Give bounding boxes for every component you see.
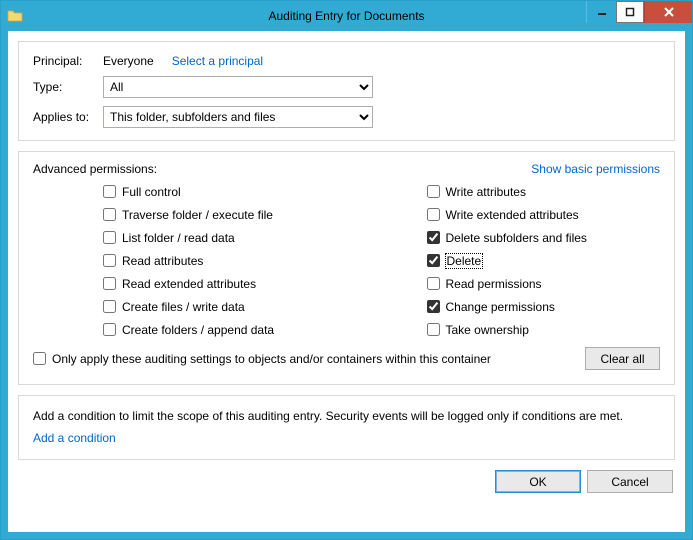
minimize-button[interactable] [586,1,616,23]
permission-label: Full control [122,185,181,199]
permissions-column-right: Write attributes Write extended attribute… [427,182,661,339]
only-apply-row[interactable]: Only apply these auditing settings to ob… [33,349,491,368]
client-area: Principal: Everyone Select a principal T… [1,31,692,539]
titlebar[interactable]: Auditing Entry for Documents [1,1,692,31]
permission-row[interactable]: Delete [427,251,661,270]
permission-checkbox[interactable] [103,185,116,198]
permission-label: Read attributes [122,254,203,268]
permission-label: Read permissions [446,277,542,291]
permission-checkbox[interactable] [103,323,116,336]
add-condition-link[interactable]: Add a condition [33,431,116,445]
permission-label: List folder / read data [122,231,235,245]
permission-checkbox[interactable] [427,231,440,244]
permissions-panel: Advanced permissions: Show basic permiss… [18,151,675,385]
advanced-permissions-heading: Advanced permissions: [33,162,157,176]
window-frame: Auditing Entry for Documents Principal: … [0,0,693,540]
permissions-column-left: Full control Traverse folder / execute fi… [103,182,337,339]
ok-button[interactable]: OK [495,470,581,493]
permission-checkbox[interactable] [427,254,440,267]
permission-row[interactable]: List folder / read data [103,228,337,247]
permission-row[interactable]: Traverse folder / execute file [103,205,337,224]
applies-to-label: Applies to: [33,110,103,124]
permission-checkbox[interactable] [427,185,440,198]
permission-checkbox[interactable] [103,231,116,244]
permission-label: Delete subfolders and files [446,231,587,245]
window-title: Auditing Entry for Documents [268,9,424,23]
permission-label: Create folders / append data [122,323,274,337]
permission-row[interactable]: Read extended attributes [103,274,337,293]
permission-label: Traverse folder / execute file [122,208,273,222]
dialog-buttons: OK Cancel [18,470,675,493]
permission-row[interactable]: Read permissions [427,274,661,293]
type-label: Type: [33,80,103,94]
permission-label: Change permissions [446,300,555,314]
permission-checkbox[interactable] [103,277,116,290]
permission-row[interactable]: Read attributes [103,251,337,270]
permission-row[interactable]: Create folders / append data [103,320,337,339]
condition-text: Add a condition to limit the scope of th… [33,408,660,425]
type-select[interactable]: All [103,76,373,98]
cancel-button[interactable]: Cancel [587,470,673,493]
permission-row[interactable]: Full control [103,182,337,201]
close-button[interactable] [644,1,692,23]
principal-label: Principal: [33,54,103,68]
permission-checkbox[interactable] [103,254,116,267]
clear-all-button[interactable]: Clear all [585,347,660,370]
permission-label: Take ownership [446,323,529,337]
permission-row[interactable]: Take ownership [427,320,661,339]
applies-to-select[interactable]: This folder, subfolders and files [103,106,373,128]
maximize-button[interactable] [616,1,644,23]
permission-label: Create files / write data [122,300,245,314]
permission-label: Write attributes [446,185,526,199]
show-basic-permissions-link[interactable]: Show basic permissions [531,162,660,176]
window-controls [586,1,692,23]
select-principal-link[interactable]: Select a principal [172,54,263,68]
condition-panel: Add a condition to limit the scope of th… [18,395,675,460]
only-apply-label: Only apply these auditing settings to ob… [52,352,491,366]
permission-checkbox[interactable] [427,277,440,290]
permission-row[interactable]: Write extended attributes [427,205,661,224]
principal-value: Everyone [103,54,154,68]
permission-label: Read extended attributes [122,277,256,291]
permission-label: Delete [446,254,483,268]
only-apply-checkbox[interactable] [33,352,46,365]
permission-row[interactable]: Create files / write data [103,297,337,316]
header-panel: Principal: Everyone Select a principal T… [18,41,675,141]
permission-row[interactable]: Change permissions [427,297,661,316]
folder-icon [7,8,23,24]
permission-row[interactable]: Write attributes [427,182,661,201]
permission-label: Write extended attributes [446,208,579,222]
permission-checkbox[interactable] [103,300,116,313]
permission-checkbox[interactable] [427,323,440,336]
permission-checkbox[interactable] [427,300,440,313]
permission-checkbox[interactable] [427,208,440,221]
permission-row[interactable]: Delete subfolders and files [427,228,661,247]
permission-checkbox[interactable] [103,208,116,221]
